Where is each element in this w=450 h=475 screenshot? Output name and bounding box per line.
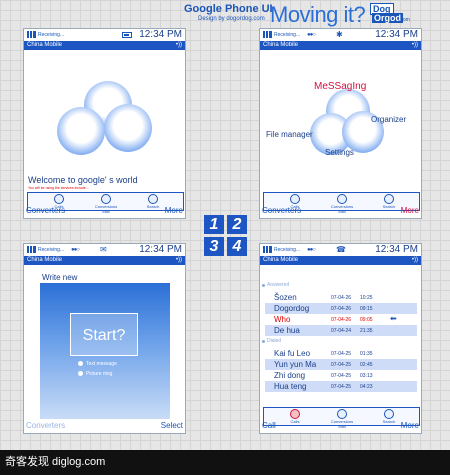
call-row[interactable]: Hua teng 07-04-25 04:23 <box>265 381 417 392</box>
signal-icon <box>27 246 36 253</box>
call-row[interactable]: Yun yun Ma 07-04-25 02:45 <box>265 359 417 370</box>
star-icon: ✱ <box>336 30 343 39</box>
clock: 12:34 PM <box>139 244 182 255</box>
phone-screen-home: Receiving... 12:34 PM China Mobile •)) W… <box>23 28 186 219</box>
call-row[interactable]: De hua 07-04-24 21:35 <box>265 325 417 336</box>
screen-badge-4: 4 <box>227 237 247 256</box>
call-row-selected[interactable]: Who 07-04-26 09:05 ⬅ <box>265 314 417 325</box>
footer-watermark: 奇客发现 diglog.com <box>0 450 450 475</box>
status-bar: Receiving... ●●○ ☎ 12:34 PM <box>260 244 421 256</box>
header-title: Google Phone UI <box>184 3 273 15</box>
carrier-bar: China Mobile •)) <box>260 41 421 50</box>
dialed-header: Dialed <box>260 338 421 346</box>
arrow-left-icon: ⬅ <box>390 314 397 323</box>
carrier-name: China Mobile <box>27 42 63 48</box>
phone-icon <box>290 194 300 204</box>
status-bar: Receiving... ●●○ ✱ 12:34 PM <box>260 29 421 41</box>
call-row[interactable]: Zhi dong 07-04-25 03:13 <box>265 370 417 381</box>
call-softkey[interactable]: Call <box>262 421 276 430</box>
receiving-text: Receiving... <box>274 32 301 38</box>
carrier-name: China Mobile <box>27 257 63 263</box>
signal-indicator-icon: •)) <box>175 42 182 48</box>
compose-panel: Start? Text message Picture msg <box>40 283 170 419</box>
brand-logo: Dog Orgod .com <box>368 3 410 27</box>
mail-icon <box>337 409 347 419</box>
search-icon <box>148 194 158 204</box>
call-row[interactable]: Kai fu Leo 07-04-25 01:35 <box>265 348 417 359</box>
receiving-text: Receiving... <box>38 32 65 38</box>
signal-indicator-icon: •)) <box>175 257 182 263</box>
welcome-subtext: You will be using the services include..… <box>28 186 89 190</box>
logo-suffix: .com <box>399 17 410 23</box>
phone-icon: ☎ <box>336 245 346 254</box>
loading-dots-icon: ●●○ <box>307 247 316 253</box>
envelope-icon: ✉ <box>100 245 107 254</box>
screen-badge-2: 2 <box>227 215 247 234</box>
battery-icon <box>122 32 132 38</box>
signal-indicator-icon: •)) <box>411 42 418 48</box>
more-softkey[interactable]: More <box>165 206 183 215</box>
header-slogan: Moving it? <box>270 2 366 27</box>
phone-icon <box>290 409 300 419</box>
softkey-bar: Converters Select <box>24 419 185 433</box>
phone-screen-menu: Receiving... ●●○ ✱ 12:34 PM China Mobile… <box>259 28 422 219</box>
call-row[interactable]: Dogordog 07-04-26 09:15 <box>265 303 417 314</box>
clock: 12:34 PM <box>139 29 182 40</box>
receiving-text: Receiving... <box>38 247 65 253</box>
carrier-bar: China Mobile •)) <box>24 41 185 50</box>
receiving-text: Receiving... <box>274 247 301 253</box>
signal-icon <box>263 31 272 38</box>
carrier-name: China Mobile <box>263 42 299 48</box>
signal-icon <box>27 31 36 38</box>
radio-icon <box>78 361 83 367</box>
picture-msg-option[interactable]: Picture msg <box>78 371 112 377</box>
more-softkey[interactable]: More <box>401 421 419 430</box>
carrier-bar: China Mobile •)) <box>24 256 185 265</box>
converters-softkey[interactable]: Converters <box>262 206 301 215</box>
signal-indicator-icon: •)) <box>411 257 418 263</box>
phone-icon <box>54 194 64 204</box>
welcome-text: Welcome to google' s world <box>28 175 138 185</box>
start-button[interactable]: Start? <box>70 313 138 356</box>
carrier-bar: China Mobile •)) <box>260 256 421 265</box>
mail-icon <box>337 194 347 204</box>
search-icon <box>384 409 394 419</box>
radio-icon <box>78 371 83 377</box>
status-bar: Receiving... ●●○ ✉ 12:34 PM <box>24 244 185 256</box>
softkey-bar: Call More <box>260 419 421 433</box>
settings-menu-item[interactable]: Settings <box>325 148 354 157</box>
softkey-bar: Converters More <box>24 204 185 218</box>
mail-icon <box>101 194 111 204</box>
status-bar: Receiving... 12:34 PM <box>24 29 185 41</box>
screen-badge-1: 1 <box>204 215 224 234</box>
softkey-bar: Converters More <box>260 204 421 218</box>
more-softkey[interactable]: More <box>401 206 419 215</box>
call-row[interactable]: Šozen 07-04-26 10:25 <box>265 292 417 303</box>
bubble-right <box>104 104 152 152</box>
carrier-name: China Mobile <box>263 257 299 263</box>
header-subtitle: Design by dogordog.com <box>198 16 265 22</box>
loading-dots-icon: ●●○ <box>307 32 316 38</box>
select-softkey[interactable]: Select <box>161 421 183 430</box>
signal-icon <box>263 246 272 253</box>
phone-screen-compose: Receiving... ●●○ ✉ 12:34 PM China Mobile… <box>23 243 186 434</box>
search-icon <box>384 194 394 204</box>
file-manager-menu-item[interactable]: File manager <box>266 130 313 139</box>
organizer-menu-item[interactable]: Organizer <box>371 115 406 124</box>
screen-badge-3: 3 <box>204 237 224 256</box>
bubble-left <box>57 107 105 155</box>
clock: 12:34 PM <box>375 244 418 255</box>
text-message-option[interactable]: Text message <box>78 361 117 367</box>
converters-softkey[interactable]: Converters <box>26 206 65 215</box>
clock: 12:34 PM <box>375 29 418 40</box>
messaging-menu-item[interactable]: MeSSagIng <box>314 81 366 92</box>
write-new-label: Write new <box>42 273 78 282</box>
loading-dots-icon: ●●○ <box>71 247 80 253</box>
answered-header: Answered <box>260 282 421 290</box>
converters-softkey[interactable]: Converters <box>26 421 65 430</box>
phone-screen-call-log: Receiving... ●●○ ☎ 12:34 PM China Mobile… <box>259 243 422 434</box>
